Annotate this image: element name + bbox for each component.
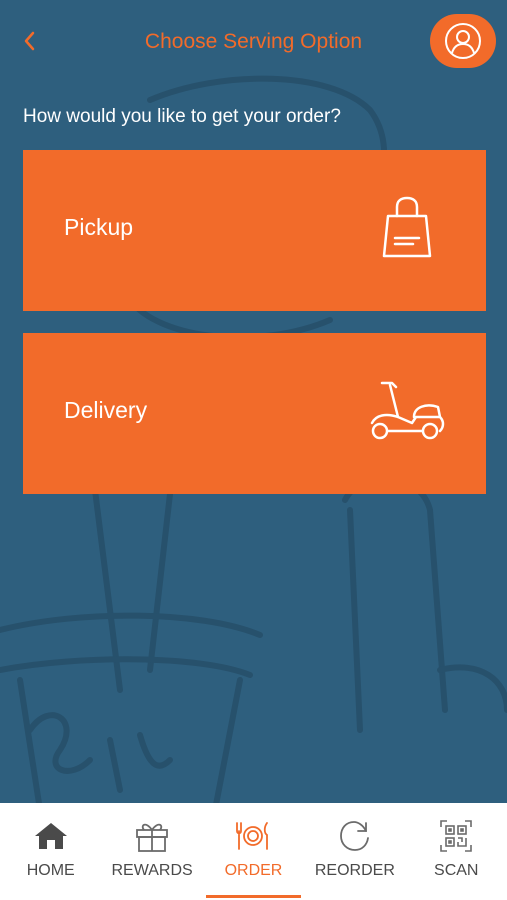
tab-reorder[interactable]: REORDER bbox=[304, 803, 405, 900]
shopping-bag-icon bbox=[382, 196, 432, 258]
active-tab-indicator bbox=[205, 895, 302, 898]
tab-order-label: ORDER bbox=[224, 862, 283, 879]
delivery-option[interactable]: Delivery bbox=[23, 333, 486, 494]
user-profile-icon bbox=[445, 23, 481, 59]
tab-rewards-label: REWARDS bbox=[111, 862, 193, 879]
serving-question: How would you like to get your order? bbox=[23, 106, 341, 127]
header: Choose Serving Option bbox=[0, 0, 507, 86]
qr-code-icon bbox=[440, 820, 473, 852]
home-icon bbox=[34, 823, 67, 849]
refresh-icon bbox=[339, 821, 369, 851]
bottom-tab-bar: HOME REWARDS ORDER REORDER SCAN bbox=[0, 803, 507, 900]
tab-rewards[interactable]: REWARDS bbox=[101, 803, 202, 900]
delivery-label: Delivery bbox=[64, 397, 148, 423]
pickup-option[interactable]: Pickup bbox=[23, 150, 486, 311]
gift-icon bbox=[136, 823, 168, 852]
tab-home-label: HOME bbox=[26, 862, 75, 879]
profile-button[interactable] bbox=[430, 14, 496, 68]
tab-scan-label: SCAN bbox=[434, 862, 479, 879]
tab-order[interactable]: ORDER bbox=[203, 803, 304, 900]
scooter-icon bbox=[370, 381, 445, 440]
pickup-label: Pickup bbox=[64, 214, 134, 240]
dining-icon bbox=[236, 822, 269, 850]
tab-home[interactable]: HOME bbox=[0, 803, 101, 900]
tab-scan[interactable]: SCAN bbox=[406, 803, 507, 900]
tab-reorder-label: REORDER bbox=[314, 862, 395, 879]
